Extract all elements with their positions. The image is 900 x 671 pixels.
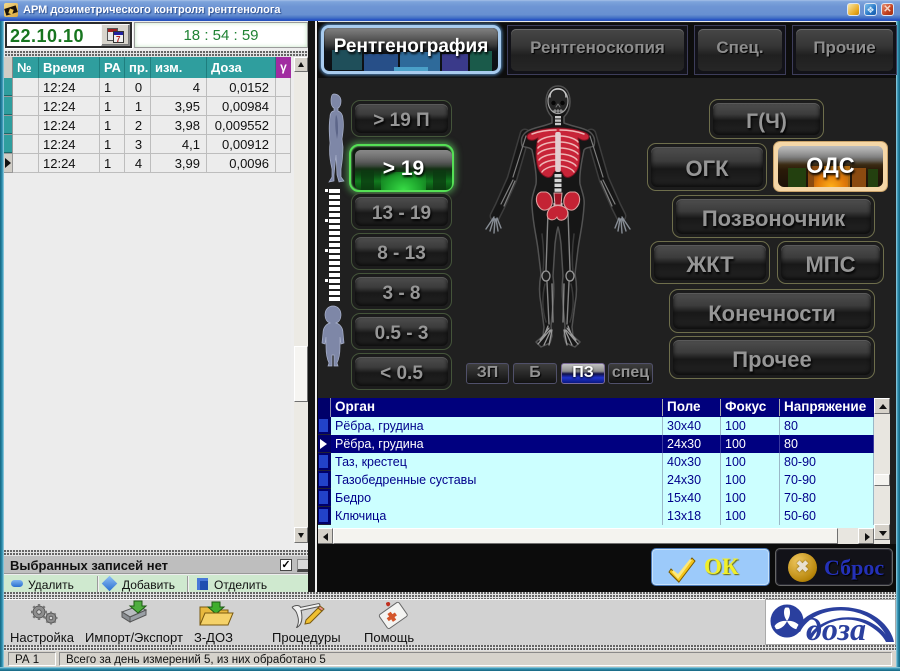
- svg-text:доза: доза: [806, 611, 866, 644]
